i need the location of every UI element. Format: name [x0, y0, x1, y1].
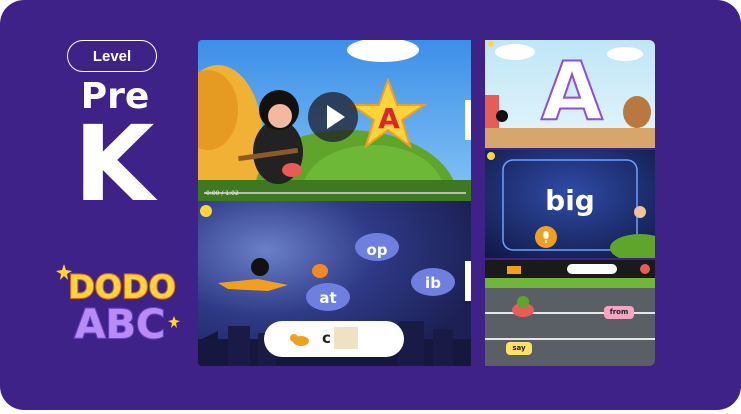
carousel-handle[interactable] [465, 261, 471, 301]
word-cloud-at[interactable]: at [307, 289, 349, 307]
cat-icon [290, 332, 310, 346]
logo-word-dodo: DODO [68, 268, 176, 306]
race-word-from[interactable]: from [604, 306, 634, 319]
tracing-letter[interactable]: A [537, 40, 607, 144]
microphone-icon [543, 231, 549, 243]
race-word-say[interactable]: say [506, 342, 532, 355]
answer-prefix: c [322, 329, 331, 347]
logo-word-abc: ABC [75, 302, 166, 348]
carousel-handle[interactable] [465, 100, 471, 140]
video-preview[interactable]: A 0:00 / 1:02 [198, 40, 471, 201]
level-badge: Level [67, 40, 157, 72]
video-time: 0:00 / 1:02 [206, 190, 239, 197]
speaking-word: big [545, 184, 595, 217]
video-letter: A [378, 102, 400, 135]
play-icon [327, 105, 345, 129]
word-game-preview[interactable]: op at ib c [198, 201, 471, 366]
word-cloud-ib[interactable]: ib [412, 274, 454, 292]
racing-preview[interactable]: from say [485, 260, 655, 366]
microphone-button[interactable] [535, 226, 557, 248]
tracing-preview[interactable]: A [485, 40, 655, 148]
level-label: Level [92, 47, 132, 65]
promo-card: Level Pre K DODO ABC A 0:00 / 1:02 op at… [0, 0, 741, 410]
sparkle-icon [168, 316, 180, 328]
play-button[interactable] [308, 92, 358, 142]
word-cloud-op[interactable]: op [356, 241, 398, 259]
dodo-abc-logo: DODO ABC [56, 264, 180, 348]
grade-letter: K [73, 103, 155, 225]
speaking-preview[interactable]: big [485, 150, 655, 258]
